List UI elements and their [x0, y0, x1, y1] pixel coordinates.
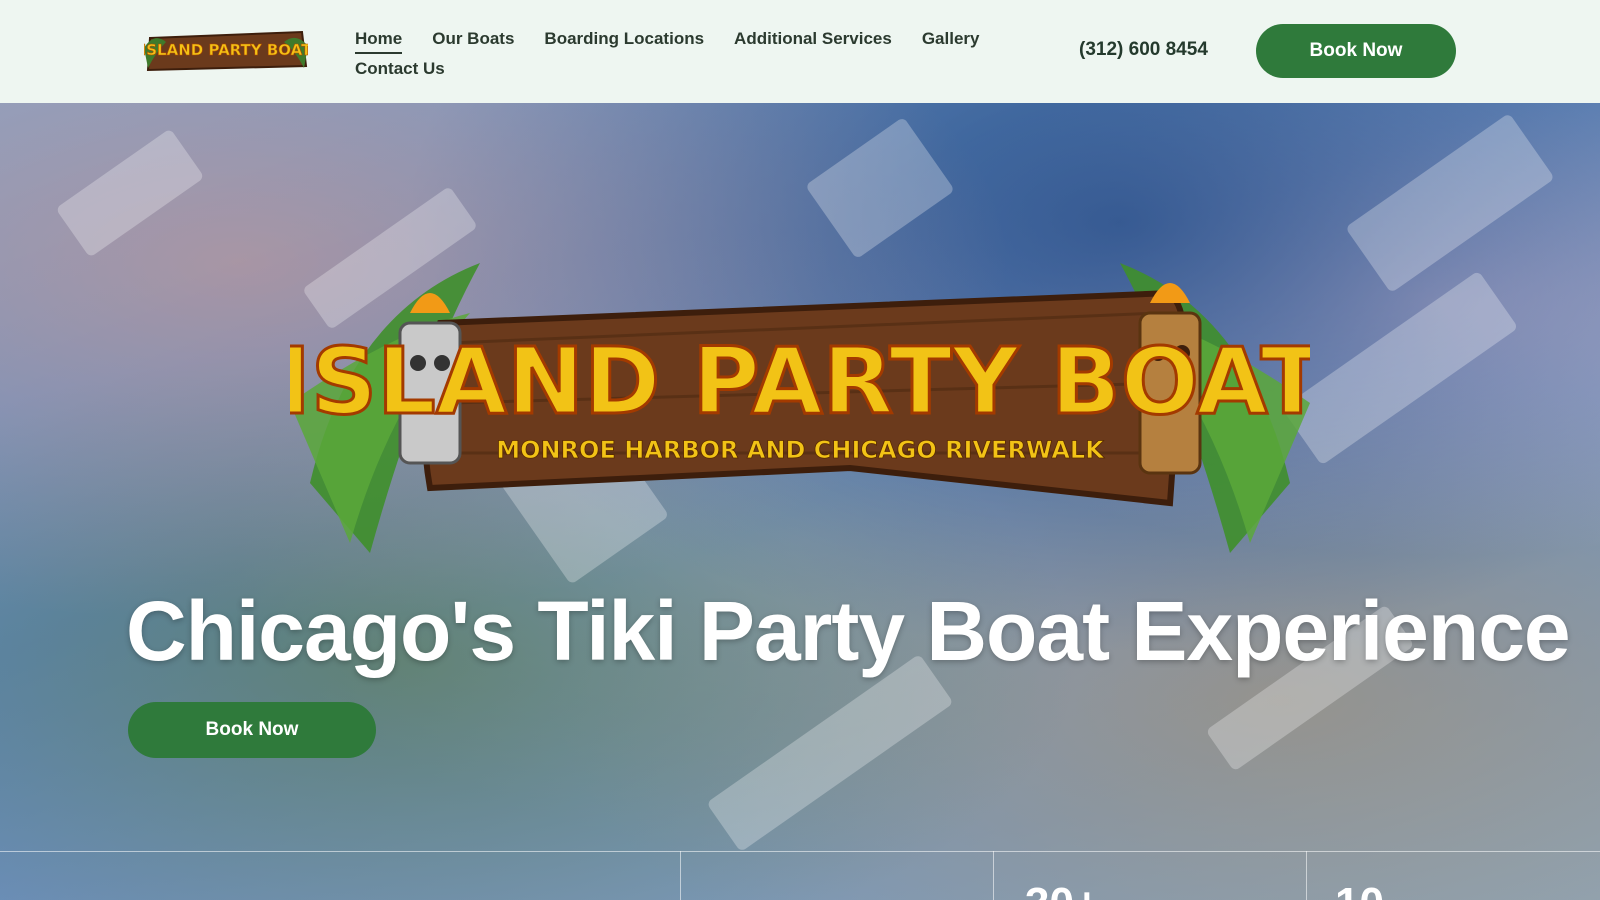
stat-divider: [993, 851, 994, 900]
background-streak: [706, 653, 954, 853]
hero-logo: ISLAND PARTY BOAT MONROE HARBOR AND CHIC…: [290, 263, 1310, 553]
background-streak: [1345, 112, 1555, 294]
background-streak: [805, 116, 955, 260]
stats-top-border: [0, 851, 1600, 852]
book-now-header-button[interactable]: Book Now: [1256, 24, 1456, 78]
stat-divider: [1306, 851, 1307, 900]
nav-our-boats[interactable]: Our Boats: [432, 29, 514, 49]
nav-home[interactable]: Home: [355, 29, 403, 54]
book-now-hero-button[interactable]: Book Now: [128, 702, 376, 758]
nav-additional-services[interactable]: Additional Services: [734, 29, 892, 49]
main-nav: Home Our Boats Boarding Locations Additi…: [355, 24, 995, 84]
stat-value: 10: [1335, 879, 1384, 900]
site-logo[interactable]: ISLAND PARTY BOAT: [144, 28, 308, 74]
phone-number[interactable]: (312) 600 8454: [1079, 39, 1208, 61]
nav-contact-us[interactable]: Contact Us: [355, 59, 445, 79]
nav-row-secondary: Contact Us: [355, 54, 995, 84]
site-header: ISLAND PARTY BOAT Home Our Boats Boardin…: [0, 0, 1600, 103]
stat-divider: [680, 851, 681, 900]
hero-section: ISLAND PARTY BOAT MONROE HARBOR AND CHIC…: [0, 103, 1600, 900]
hero-headline: Chicago's Tiki Party Boat Experience: [126, 584, 1571, 678]
background-streak: [1281, 270, 1519, 466]
hero-logo-subtitle: MONROE HARBOR AND CHICAGO RIVERWALK: [496, 436, 1105, 464]
nav-boarding-locations[interactable]: Boarding Locations: [544, 29, 704, 49]
logo-text: ISLAND PARTY BOAT: [144, 41, 308, 59]
hero-logo-title: ISLAND PARTY BOAT: [290, 328, 1310, 435]
stat-value: 30+: [1025, 879, 1100, 900]
nav-row-primary: Home Our Boats Boarding Locations Additi…: [355, 24, 995, 54]
nav-gallery[interactable]: Gallery: [922, 29, 980, 49]
background-streak: [55, 128, 205, 258]
